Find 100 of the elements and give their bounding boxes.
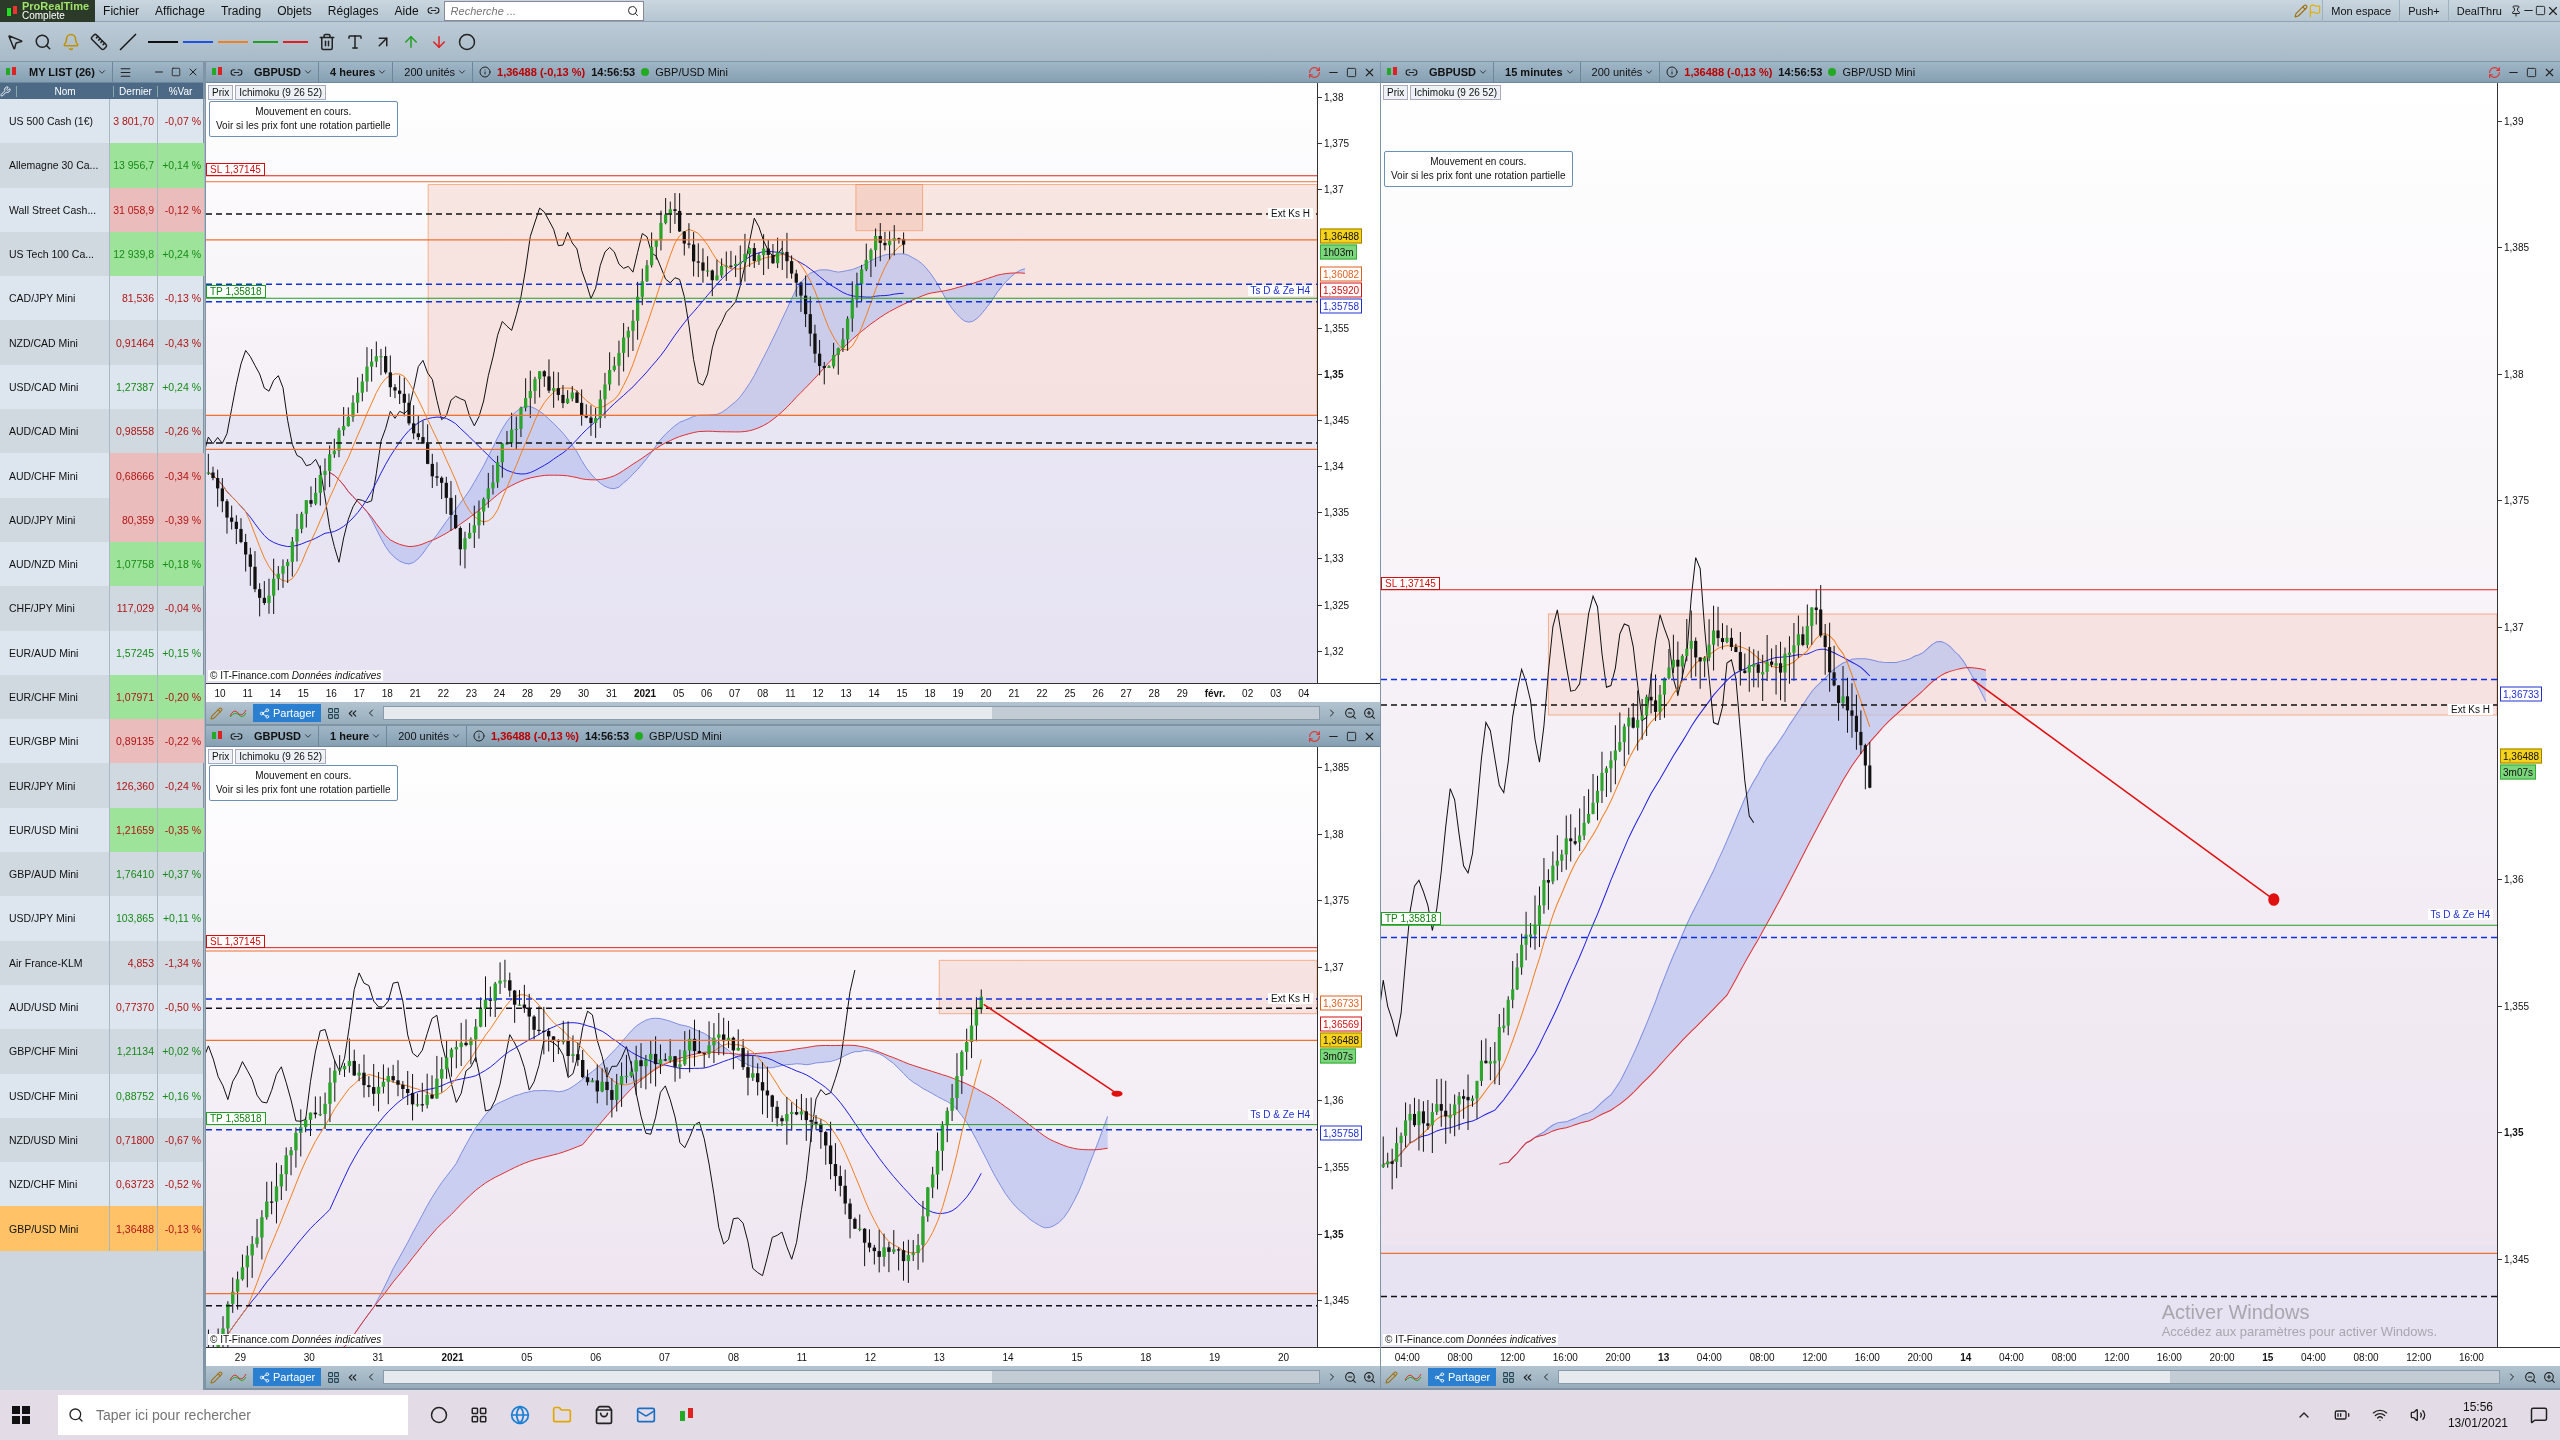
search-input[interactable]: Recherche ... (448, 3, 627, 18)
watchlist-row[interactable]: EUR/USD Mini 1,21659 -0,35 % (0, 807, 203, 853)
search-field[interactable]: Taper ici pour rechercher (58, 1395, 408, 1435)
grid-icon[interactable] (1502, 1370, 1516, 1384)
scrollbar[interactable] (1558, 1370, 2500, 1384)
close-icon[interactable] (187, 66, 199, 78)
column-header[interactable]: Dernier (113, 85, 157, 97)
maximize-icon[interactable] (1346, 730, 1357, 742)
zoom-in-icon[interactable] (2543, 1370, 2556, 1384)
menu-item[interactable]: Fichier (95, 3, 148, 18)
info-icon[interactable] (1666, 66, 1679, 78)
column-header[interactable]: %Var (157, 85, 203, 97)
share-button[interactable]: Partager (253, 1368, 322, 1386)
indicator-chip[interactable]: Prix (208, 749, 234, 764)
clock[interactable]: 15:56 13/01/2021 (2447, 1399, 2508, 1431)
maximize-icon[interactable] (2535, 5, 2546, 16)
maximize-icon[interactable] (2526, 66, 2537, 78)
notification-icon[interactable] (2530, 1406, 2548, 1424)
watchlist-row[interactable]: Wall Street Cash... 31 058,9 -0,12 % (0, 187, 203, 232)
axis-label: 18 (924, 687, 936, 699)
table-cell: 0,89135 (110, 719, 158, 764)
column-header[interactable]: Nom (16, 85, 113, 97)
axis-label: 22 (437, 687, 449, 699)
indicator-chip[interactable]: Prix (1383, 85, 1409, 100)
top-bar-button[interactable]: Push+ (2399, 0, 2448, 22)
timeframe-dropdown[interactable]: 4 heures (325, 62, 394, 82)
line-tool-icon[interactable] (118, 31, 138, 52)
wifi-icon[interactable] (2371, 1407, 2388, 1423)
menu-item[interactable]: Affichage (147, 3, 213, 18)
watchlist-row[interactable]: US 500 Cash (1€) 3 801,70 -0,07 % (0, 99, 203, 144)
ellipse-icon[interactable] (458, 32, 476, 51)
units-dropdown[interactable]: 200 unités (1586, 62, 1661, 82)
shopping-bag-icon[interactable] (594, 1405, 614, 1425)
pin-icon[interactable] (2510, 4, 2522, 17)
trash-icon[interactable] (318, 32, 336, 51)
task-view-icon[interactable] (470, 1406, 488, 1424)
zoom-out-icon[interactable] (1344, 706, 1357, 720)
watchlist-row[interactable]: AUD/USD Mini 0,77370 -0,50 % (0, 984, 203, 1030)
axis-label: 30 (577, 687, 590, 699)
grid-icon[interactable] (327, 1370, 341, 1384)
watchlist-row[interactable]: USD/CHF Mini 0,88752 +0,16 % (0, 1073, 203, 1118)
info-icon[interactable] (479, 66, 492, 78)
link-icon[interactable] (426, 4, 440, 17)
pointer-icon[interactable] (6, 32, 24, 51)
scrollbar[interactable] (383, 706, 1320, 720)
menu-icon[interactable] (118, 65, 132, 79)
zoom-out-icon[interactable] (2524, 1370, 2537, 1384)
text-icon[interactable] (346, 32, 364, 51)
top-bar-button[interactable]: DealThru (2447, 0, 2510, 22)
speaker-icon[interactable] (2409, 1407, 2426, 1423)
ruler-icon[interactable] (90, 32, 108, 51)
symbol-dropdown[interactable]: GBPUSD (249, 62, 320, 82)
search-input[interactable]: Taper ici pour rechercher (94, 1406, 398, 1424)
menu-item[interactable]: Réglages (319, 3, 387, 18)
timeframe-dropdown[interactable]: 1 heure (325, 726, 388, 746)
watchlist-row[interactable]: AUD/NZD Mini 1,07758 +0,18 % (0, 541, 203, 587)
search-icon[interactable] (68, 1407, 84, 1423)
watchlist-row[interactable]: USD/CAD Mini 1,27387 +0,24 % (0, 364, 203, 410)
menu-item[interactable]: Trading (212, 3, 270, 18)
circle-icon[interactable] (430, 1406, 448, 1424)
scrollbar[interactable] (383, 1370, 1320, 1384)
timeframe-dropdown[interactable]: 15 minutes (1500, 62, 1581, 82)
maximize-icon[interactable] (1346, 66, 1357, 78)
indicator-chip[interactable]: Prix (208, 85, 234, 100)
windows-icon[interactable] (12, 1406, 30, 1424)
table-cell: -0,39 % (158, 497, 205, 542)
symbol-dropdown[interactable]: GBPUSD (249, 726, 320, 746)
units-dropdown[interactable]: 200 unités (393, 726, 467, 746)
menu-item[interactable]: Aide (386, 3, 427, 18)
watchlist-row[interactable]: USD/JPY Mini 103,865 +0,11 % (0, 896, 203, 941)
watchlist-row[interactable]: EUR/GBP Mini 0,89135 -0,22 % (0, 719, 203, 764)
indicator-chip[interactable]: Ichimoku (9 26 52) (235, 85, 327, 100)
battery-icon[interactable] (2333, 1407, 2350, 1423)
watchlist-row[interactable]: AUD/CHF Mini 0,68666 -0,34 % (0, 453, 203, 498)
info-icon[interactable] (472, 730, 485, 742)
globe-icon[interactable] (510, 1405, 530, 1425)
indicator-chip[interactable]: Ichimoku (9 26 52) (235, 749, 327, 764)
mail-icon[interactable] (636, 1405, 656, 1425)
watchlist-row[interactable]: NZD/CHF Mini 0,63723 -0,52 % (0, 1162, 203, 1207)
zoom-in-icon[interactable] (1363, 706, 1376, 720)
zoom-in-icon[interactable] (1363, 1370, 1376, 1384)
watchlist-row[interactable]: EUR/AUD Mini 1,57245 +0,15 % (0, 630, 203, 675)
grid-icon[interactable] (327, 706, 341, 720)
watchlist-row[interactable]: GBP/USD Mini 1,36488 -0,13 % (0, 1206, 203, 1251)
axis-label: 29 (1176, 687, 1188, 699)
search-icon[interactable] (34, 32, 52, 51)
search-field[interactable]: Recherche ... (443, 0, 644, 21)
watchlist-row[interactable]: CAD/JPY Mini 81,536 -0,13 % (0, 276, 203, 321)
share-button[interactable]: Partager (1428, 1368, 1497, 1386)
share-button[interactable]: Partager (253, 704, 322, 722)
zoom-out-icon[interactable] (1344, 1370, 1357, 1384)
indicator-chip[interactable]: Ichimoku (9 26 52) (1410, 85, 1502, 100)
symbol-dropdown[interactable]: GBPUSD (1424, 62, 1495, 82)
maximize-icon[interactable] (171, 67, 181, 77)
caret-icon (96, 67, 107, 77)
units-dropdown[interactable]: 200 unités (399, 62, 474, 82)
menu-item[interactable]: Objets (269, 3, 320, 18)
pencil-icon[interactable] (2294, 3, 2309, 18)
search-icon[interactable] (626, 4, 639, 17)
top-bar-button[interactable]: Mon espace (2322, 0, 2400, 22)
